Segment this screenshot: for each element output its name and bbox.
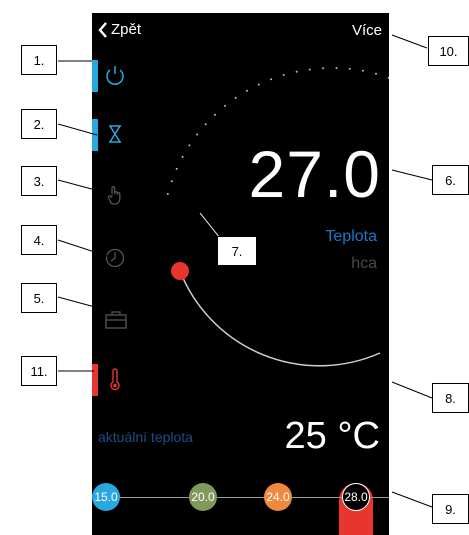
callout-5: 5. [21,283,57,313]
callout-10: 10. [428,36,469,66]
callout-2: 2. [21,109,57,139]
callout-7: 7. [217,236,257,266]
callout-lines [57,34,433,508]
callout-1: 1. [21,45,57,75]
callout-11: 11. [21,356,57,386]
callout-4: 4. [21,225,57,255]
callout-8: 8. [432,383,469,413]
callout-3: 3. [21,166,57,196]
callout-6: 6. [432,165,469,195]
callout-9: 9. [432,494,469,524]
